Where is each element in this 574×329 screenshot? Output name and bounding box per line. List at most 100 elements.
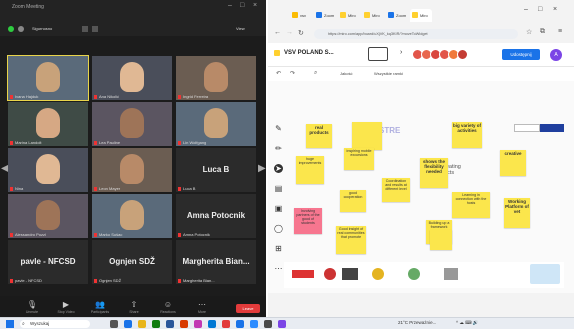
taskbar-app-icon[interactable] [250,320,258,328]
browser-tab[interactable]: Zoom [386,9,408,22]
image-icon[interactable]: ▣ [274,204,283,213]
participant-tile[interactable]: Lea Pauline [92,102,172,146]
participants-button[interactable]: 👥 Participants [90,300,110,314]
taskbar-app-icon[interactable] [194,320,202,328]
reactions-button[interactable]: ☺ Reactions [158,300,178,314]
cursor-icon[interactable]: ➤ [274,164,283,173]
participant-tile[interactable]: Alessandro Pozzi [8,194,88,238]
participant-tile[interactable]: Ana Nikolić [92,56,172,100]
shape-icon[interactable]: ◯ [274,224,283,233]
undo-icon[interactable]: ↶ [276,70,281,77]
participant-tile[interactable]: Lin Wolfgang [176,102,256,146]
sticky-note[interactable]: creative [500,150,526,176]
chevron-right-icon[interactable]: › [400,49,402,56]
participant-tile[interactable]: Marko Sušac [92,194,172,238]
shield-icon[interactable] [8,26,14,32]
participant-tile[interactable]: Ingrid Ferreira [176,56,256,100]
participant-video [120,154,144,184]
sticky-note[interactable]: Good insight of real communities that pr… [336,226,366,254]
browser-tab[interactable]: vsv [290,9,312,22]
browser-tab[interactable]: Zoom [314,9,336,22]
user-avatar[interactable]: A [550,49,562,61]
fullscreen-icon[interactable] [92,26,98,32]
minimize-icon[interactable]: – [228,2,232,9]
zoom-icon[interactable]: ⌕ [314,70,317,77]
all-frames-label[interactable]: Wszystkie ramki [374,71,403,76]
note-icon[interactable]: ▤ [274,184,283,193]
taskbar-app-icon[interactable] [152,320,160,328]
taskbar-app-icon[interactable] [166,320,174,328]
share-button[interactable]: Udostępnij [502,49,540,60]
taskbar-app-icon[interactable] [264,320,272,328]
bookmark-star-icon[interactable]: ☆ [526,28,532,36]
close-icon[interactable]: × [253,2,257,9]
close-browser-icon[interactable]: × [553,6,557,13]
more-tools-icon[interactable]: ⋯ [274,264,283,273]
participant-tile[interactable]: Margherita Bian... Margherita Bian... [176,240,256,284]
minimize-browser-icon[interactable]: – [524,6,528,13]
pen-icon[interactable]: ✎ [274,124,283,133]
sticky-note[interactable]: inspiring mobile excursions [344,148,374,170]
browser-tab[interactable]: Miro [338,9,360,22]
browser-tab[interactable]: Miro [410,9,432,22]
reload-icon[interactable]: ↻ [298,29,304,37]
taskbar-app-icon[interactable] [110,320,118,328]
forward-icon[interactable]: → [286,29,293,36]
browser-tab[interactable]: Miro [362,9,384,22]
taskbar-app-icon[interactable] [208,320,216,328]
sticky-note[interactable]: Working Platform of vet [504,198,530,228]
next-page-icon[interactable]: ▶ [258,163,266,181]
participant-tile[interactable]: Leon Mayer [92,148,172,192]
url-field[interactable]: https://miro.com/app/board/uXjVK_kq3KIR/… [314,29,518,39]
participant-tile[interactable]: Marina Landolt [8,102,88,146]
taskbar-app-icon[interactable] [236,320,244,328]
redo-icon[interactable]: ↷ [290,70,295,77]
taskbar-app-icon[interactable] [180,320,188,328]
participant-tile[interactable]: Amna Potocnik Amna Potocnik [176,194,256,238]
taskbar-app-icon[interactable] [278,320,286,328]
collaborator-avatars[interactable] [412,49,482,60]
participant-tile[interactable]: Nina [8,148,88,192]
taskbar-search[interactable]: ⌕ Wyszukaj [20,320,90,328]
browser-menu-icon[interactable]: ≡ [558,28,562,35]
windows-start-icon[interactable] [6,320,14,328]
sticky-note[interactable]: Involving partners of the good of studen… [294,208,322,234]
back-icon[interactable]: ← [274,29,281,36]
tray-icons[interactable]: ^ ☁ ⌨ 🔊 [456,320,478,326]
participant-tile[interactable]: Ognjen SDŽ Ognjen SDŽ [92,240,172,284]
sticky-note[interactable]: big variety of activities [452,122,482,148]
board-name[interactable]: VSV POLAND S... [284,50,334,56]
marker-icon[interactable]: ✏ [274,144,283,153]
stop-video-button[interactable]: ▶ Stop Video [56,300,76,314]
taskbar-app-icon[interactable] [124,320,132,328]
sticky-note[interactable] [352,122,382,150]
participant-tile[interactable]: pavle - NFCSD pavle - NFCSD [8,240,88,284]
frames-icon[interactable] [368,47,388,61]
sticky-note[interactable]: huge improvements [296,156,324,184]
maximize-icon[interactable]: □ [240,2,244,9]
sticky-note[interactable]: shows the flexibility needed [420,158,448,188]
view-button[interactable]: View [236,26,245,31]
frame-icon[interactable]: ⊞ [274,244,283,253]
tab-label: Zoom [396,13,407,18]
taskbar-app-icon[interactable] [222,320,230,328]
unmute-button[interactable]: 🎙 Unmute [22,300,42,314]
more-button[interactable]: ⋯ More [192,300,212,314]
sticky-note[interactable]: good cooperation [340,190,366,212]
share-button[interactable]: ⇧ Share [124,300,144,314]
participant-tile[interactable]: Ivana Hajduk [7,55,89,101]
collaborator-avatar[interactable] [457,49,468,60]
participant-tile[interactable]: Luca B Luca B [176,148,256,192]
participant-name: Marko Sušac [99,232,123,237]
info-icon[interactable] [18,26,24,32]
leave-button[interactable]: Leave [236,304,260,313]
sticky-note[interactable]: real products [306,124,332,148]
maximize-browser-icon[interactable]: □ [538,6,542,13]
sticky-note[interactable] [430,230,452,250]
sticky-note[interactable]: Coordination and results at different le… [382,178,410,202]
taskbar-app-icon[interactable] [138,320,146,328]
quality-label[interactable]: Jakość [340,71,352,76]
grid-view-icon[interactable] [82,26,88,32]
extensions-icon[interactable]: ⧉ [540,28,545,36]
sticky-note[interactable]: Learning in connection with the hosts [452,192,490,218]
